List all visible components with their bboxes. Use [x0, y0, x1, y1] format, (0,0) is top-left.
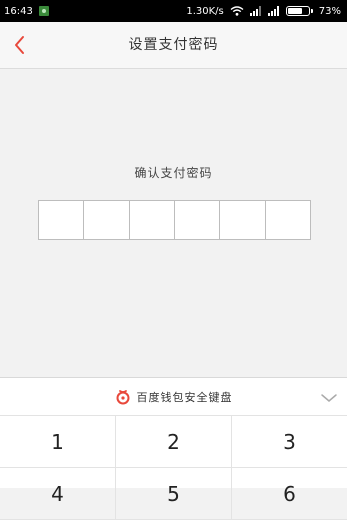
key-row: 1 2 3 [0, 416, 347, 468]
keyboard-title: 百度钱包安全键盘 [136, 390, 233, 404]
status-indicators: 1.30K/s 73% [186, 6, 341, 17]
status-bar: 16:43 1.30K/s 73% [0, 0, 347, 22]
chevron-down-icon [321, 394, 337, 402]
signal-icon-sim2 [267, 6, 280, 16]
header: 设置支付密码 [0, 22, 347, 69]
key-5[interactable]: 5 [116, 468, 232, 519]
key-2[interactable]: 2 [116, 416, 232, 467]
notification-icon [38, 6, 49, 16]
pin-digit-box[interactable] [39, 201, 85, 239]
pin-digit-box[interactable] [175, 201, 221, 239]
status-time: 16:43 [4, 5, 33, 17]
network-speed: 1.30K/s [186, 5, 224, 17]
confirm-password-label: 确认支付密码 [134, 166, 213, 180]
key-1[interactable]: 1 [0, 416, 116, 467]
pin-digit-box[interactable] [84, 201, 130, 239]
page-title: 设置支付密码 [128, 37, 219, 53]
key-4[interactable]: 4 [0, 468, 116, 519]
signal-icon-sim1 [249, 6, 262, 16]
main-content: 确认支付密码 [0, 69, 347, 377]
keyboard-header: 百度钱包安全键盘 [0, 378, 347, 416]
secure-keyboard: 百度钱包安全键盘 1 2 3 4 5 6 [0, 377, 347, 520]
pin-digit-box[interactable] [220, 201, 266, 239]
pin-digit-box[interactable] [130, 201, 175, 239]
battery-percent: 73% [318, 5, 341, 17]
key-3[interactable]: 3 [232, 416, 347, 467]
collapse-keyboard-button[interactable] [319, 390, 339, 404]
battery-level [287, 8, 303, 14]
pin-input[interactable] [38, 200, 311, 240]
wifi-icon [230, 6, 244, 16]
baidu-wallet-icon [116, 389, 129, 404]
key-6[interactable]: 6 [232, 468, 347, 519]
pin-digit-box[interactable] [266, 201, 310, 239]
key-row: 4 5 6 [0, 468, 347, 520]
battery-icon [285, 6, 313, 16]
